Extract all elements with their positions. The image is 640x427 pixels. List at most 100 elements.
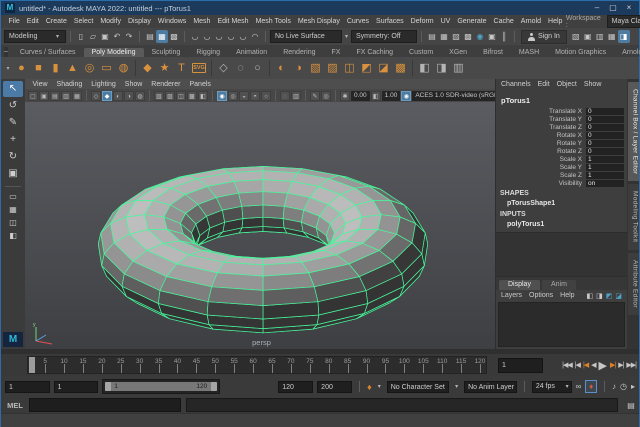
poly-torus-icon[interactable]: ◎ [81, 58, 98, 78]
all-lights-icon[interactable]: ◉ [217, 91, 227, 101]
input-node[interactable]: polyTorus1 [496, 219, 627, 229]
menu-generate[interactable]: Generate [454, 18, 490, 25]
menu-mesh[interactable]: Mesh [190, 18, 214, 25]
shelf-tab-motion-graphics[interactable]: Motion Graphics [547, 48, 614, 57]
playback-start-field[interactable]: 1 [54, 381, 99, 393]
channel-value-field[interactable]: 0 [586, 116, 624, 123]
menu-set-dropdown[interactable]: Modeling ▾ [4, 30, 66, 43]
animation-end-field[interactable]: 200 [317, 381, 352, 393]
pause-viewport-icon[interactable]: ║ [498, 30, 510, 43]
layer-menu-options[interactable]: Options [529, 292, 553, 299]
create-empty-layer-icon[interactable]: ◩ [606, 292, 613, 300]
viewport-menu-lighting[interactable]: Lighting [87, 81, 121, 88]
lasso-tool[interactable]: ↺ [3, 98, 23, 114]
chevron-down-icon[interactable]: ▾ [345, 33, 348, 40]
shelf-popup-icon[interactable]: ▾ [3, 65, 13, 72]
snap-to-grid-icon[interactable]: ◡ [189, 30, 201, 43]
snap-to-view-plane-icon[interactable]: ◡ [237, 30, 249, 43]
chevron-down-icon[interactable]: ▾ [455, 383, 458, 390]
layer-menu-help[interactable]: Help [560, 292, 574, 299]
range-start-handle[interactable] [105, 382, 111, 391]
channel-label[interactable]: Rotate X [496, 132, 586, 139]
bridge-icon[interactable]: ▩ [392, 58, 409, 78]
shelf-tab-sculpting[interactable]: Sculpting [144, 48, 189, 57]
ipr-render-icon[interactable]: ▦ [438, 30, 450, 43]
viewport-menu-renderer[interactable]: Renderer [147, 81, 185, 88]
new-scene-icon[interactable]: ▯ [75, 30, 87, 43]
ambient-occlusion-icon[interactable]: ◓ [250, 91, 260, 101]
poly-sphere-icon[interactable]: ● [13, 58, 30, 78]
time-units-icon[interactable]: ◷ [620, 382, 627, 391]
render-current-frame-icon[interactable]: ▤ [426, 30, 438, 43]
workspace-dropdown[interactable]: Maya Classic* ▾ [607, 15, 640, 28]
channel-box-object-name[interactable]: pTorus1 [496, 93, 627, 107]
shelf-tab-xgen[interactable]: XGen [441, 48, 475, 57]
auto-key-button[interactable]: ♦ [585, 380, 597, 393]
animation-preferences-icon[interactable]: ▸ [631, 382, 635, 391]
menu-cache[interactable]: Cache [490, 18, 517, 25]
shelf-tab-fx[interactable]: FX [324, 48, 349, 57]
make-live-icon[interactable]: ◠ [249, 30, 261, 43]
field-chart-icon[interactable]: ▩ [187, 91, 197, 101]
menu-mesh-tools[interactable]: Mesh Tools [252, 18, 294, 25]
channel-label[interactable]: Translate Y [496, 116, 586, 123]
shelf-tab-poly-modeling[interactable]: Poly Modeling [84, 48, 144, 57]
channel-value-field[interactable]: 1 [586, 156, 624, 163]
range-bar[interactable]: 1 120 [105, 382, 217, 391]
booleans-icon[interactable]: ◩ [358, 58, 375, 78]
go-to-end-button[interactable]: ▶▶| [626, 361, 636, 369]
layer-list[interactable] [498, 302, 625, 347]
render-sequence-icon[interactable]: ▨ [450, 30, 462, 43]
viewport-menu-panels[interactable]: Panels [185, 81, 215, 88]
select-object-icon[interactable]: ▦ [156, 30, 168, 43]
channel-label[interactable]: Scale Z [496, 172, 586, 179]
camera-attributes-icon[interactable]: ▤ [50, 91, 60, 101]
separate-icon[interactable]: ◑ [290, 58, 307, 78]
channel-value-field[interactable]: 0 [586, 108, 624, 115]
textured-mode-icon[interactable]: ◐ [113, 91, 123, 101]
viewport-canvas[interactable]: y persp [25, 102, 498, 349]
channel-box-toggle-icon[interactable]: ◨ [618, 30, 630, 43]
channel-value-field[interactable]: 1 [586, 172, 624, 179]
super-shape-icon[interactable]: ★ [156, 58, 173, 78]
snap-to-origin-icon[interactable]: ◌ [232, 58, 249, 78]
shelf-tab-animation[interactable]: Animation [228, 48, 275, 57]
channel-label[interactable]: Scale X [496, 156, 586, 163]
shelf-tab-bifrost[interactable]: Bifrost [475, 48, 511, 57]
play-backwards-button[interactable]: ◀ [591, 361, 595, 369]
layer-editor-tab-display[interactable]: Display [499, 280, 540, 290]
render-settings-icon[interactable]: ▩ [462, 30, 474, 43]
channel-label[interactable]: Translate Z [496, 124, 586, 131]
menu-uv[interactable]: UV [437, 18, 454, 25]
sidebar-tab-modeling-toolkit[interactable]: Modeling Toolkit [628, 184, 639, 249]
layer-menu-layers[interactable]: Layers [501, 292, 522, 299]
tool-settings-toggle-icon[interactable]: ▦ [606, 30, 618, 43]
channel-value-field[interactable]: 1 [586, 164, 624, 171]
poly-cube-icon[interactable]: ■ [30, 58, 47, 78]
create-layer-from-selected-icon[interactable]: ◪ [615, 292, 622, 300]
range-end-handle[interactable] [211, 382, 217, 391]
menu-create[interactable]: Create [42, 18, 70, 25]
channel-box-menu-edit[interactable]: Edit [538, 81, 550, 93]
menu-file[interactable]: File [5, 18, 23, 25]
mute-audio-icon[interactable]: ♪ [612, 382, 616, 391]
move-tool[interactable]: + [3, 132, 23, 148]
playback-end-field[interactable]: 120 [278, 381, 313, 393]
wireframe-on-shaded-icon[interactable]: ◍ [135, 91, 145, 101]
channel-label[interactable]: Visibility [496, 180, 586, 187]
channel-box-menu-show[interactable]: Show [584, 81, 602, 93]
menu-windows[interactable]: Windows [154, 18, 189, 25]
safe-action-icon[interactable]: ◧ [198, 91, 208, 101]
rotate-tool[interactable]: ↻ [3, 149, 23, 165]
exposure-gear-icon[interactable]: ✱ [340, 91, 350, 101]
current-frame-field[interactable]: 1 [498, 358, 543, 373]
character-set-dropdown[interactable]: No Character Set [387, 381, 449, 393]
step-back-frame-button[interactable]: |◀ [575, 361, 580, 369]
poly-cone-icon[interactable]: ▲ [64, 58, 81, 78]
four-pane-layout[interactable]: ▦ [3, 204, 23, 216]
platonic-solid-icon[interactable]: ◆ [139, 58, 156, 78]
construction-plane-icon[interactable]: ◇ [215, 58, 232, 78]
xray-icon[interactable]: ◌ [280, 91, 290, 101]
range-slider[interactable]: 1 120 [102, 379, 220, 394]
snap-to-projected-center-icon[interactable]: ◡ [225, 30, 237, 43]
